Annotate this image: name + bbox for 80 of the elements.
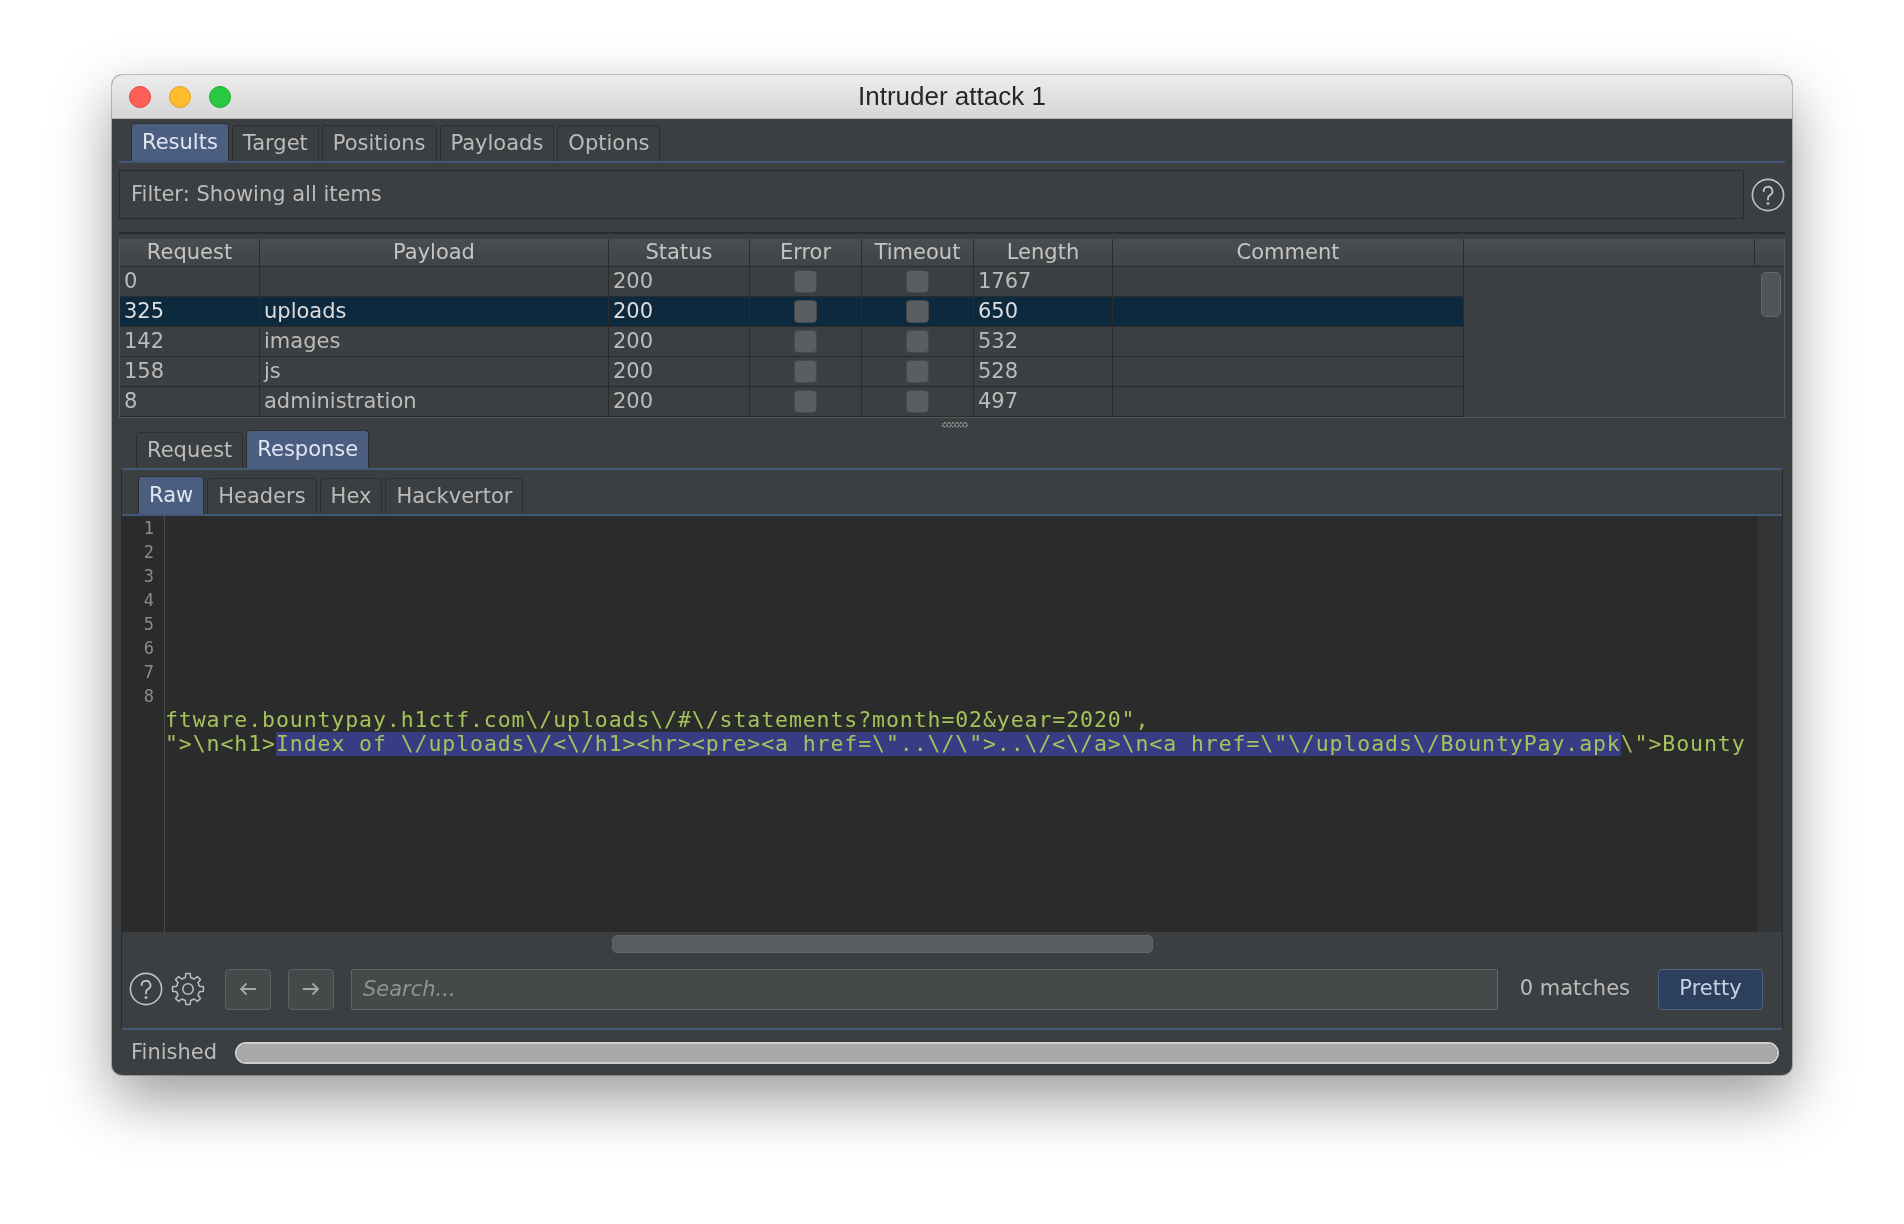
checkbox[interactable] — [794, 330, 817, 353]
column-header[interactable]: Status — [609, 239, 750, 266]
table-row[interactable]: 142 images 200 532 — [120, 327, 1464, 357]
help-icon[interactable] — [1751, 178, 1785, 212]
pretty-button[interactable]: Pretty — [1658, 968, 1763, 1010]
column-header[interactable]: Length — [974, 239, 1113, 266]
match-count: 0 matches — [1519, 975, 1630, 1003]
table-cell: 200 — [609, 297, 750, 327]
column-header[interactable]: Request — [120, 239, 260, 266]
tab[interactable]: Options — [557, 125, 661, 161]
left-arrow-icon — [239, 982, 257, 996]
tab[interactable]: Headers — [207, 478, 317, 514]
search-field[interactable]: Search... — [351, 968, 1498, 1010]
scrollbar-thumb[interactable] — [612, 935, 1153, 953]
right-arrow-icon — [302, 982, 320, 996]
table-row[interactable]: 158 js 200 528 — [120, 357, 1464, 387]
table-cell: 528 — [974, 357, 1113, 387]
checkbox[interactable] — [794, 360, 817, 383]
line-number: 7 — [143, 661, 154, 684]
column-header[interactable]: Error — [750, 239, 862, 266]
table-cell: 532 — [974, 327, 1113, 357]
table-cell: 142 — [120, 327, 260, 357]
line-number: 8 — [143, 685, 154, 708]
line-number: 3 — [143, 565, 154, 588]
tab[interactable]: Hex — [319, 478, 383, 514]
column-header[interactable]: Payload — [260, 239, 609, 266]
settings-icon[interactable] — [171, 972, 205, 1006]
table-row[interactable]: 325 uploads 200 650 — [120, 297, 1464, 327]
table-cell: administration — [260, 387, 609, 417]
checkbox[interactable] — [906, 270, 929, 293]
line-number: 4 — [143, 589, 154, 612]
checkbox[interactable] — [906, 390, 929, 413]
filter-bar[interactable]: Filter: Showing all items — [119, 170, 1744, 219]
line-number: 5 — [143, 613, 154, 636]
table-row[interactable]: 8 administration 200 497 — [120, 387, 1464, 417]
window-title: Intruder attack 1 — [858, 80, 1046, 113]
code-text: Index of \/uploads\/<\/h1><hr><pre><a href=\"..\/\">..\/<\/a>\n<a href=\"\/uploads\/BountyPay.apk — [275, 732, 1621, 756]
checkbox[interactable] — [794, 300, 817, 323]
code-text: ftware.bountypay.h1ctf.com\/uploads\/#\/statements?month=02&year=2020", — [165, 708, 1150, 732]
back-button[interactable] — [225, 968, 271, 1010]
column-header[interactable]: Timeout — [862, 239, 974, 266]
checkbox[interactable] — [794, 390, 817, 413]
tab[interactable]: Request — [136, 432, 244, 468]
tab[interactable]: Results — [131, 123, 229, 161]
scrollbar-thumb[interactable] — [1761, 272, 1781, 317]
zoom-icon[interactable] — [209, 85, 231, 108]
table-cell: uploads — [260, 297, 609, 327]
line-number: 1 — [143, 517, 154, 540]
tab[interactable]: Positions — [321, 125, 437, 161]
close-icon[interactable] — [129, 85, 151, 108]
table-cell: 497 — [974, 387, 1113, 417]
forward-button[interactable] — [288, 968, 334, 1010]
tab[interactable]: Hackvertor — [385, 478, 524, 514]
table-cell: 158 — [120, 357, 260, 387]
column-header[interactable]: Comment — [1113, 239, 1464, 266]
table-cell: images — [260, 327, 609, 357]
checkbox[interactable] — [906, 300, 929, 323]
splitter-grip-icon[interactable] — [942, 421, 968, 429]
code-text: \">Bounty — [1620, 732, 1746, 756]
checkbox[interactable] — [794, 270, 817, 293]
table-cell: 200 — [609, 327, 750, 357]
tab[interactable]: Target — [231, 125, 319, 161]
scrollbar-track[interactable] — [1758, 516, 1782, 932]
table-cell: 325 — [120, 297, 260, 327]
checkbox[interactable] — [906, 360, 929, 383]
tab[interactable]: Raw — [138, 476, 205, 514]
table-cell: 200 — [609, 357, 750, 387]
tab[interactable]: Response — [246, 430, 370, 468]
table-cell: 650 — [974, 297, 1113, 327]
line-number: 2 — [143, 541, 154, 564]
table-cell: 200 — [609, 387, 750, 417]
status-text: Finished — [131, 1038, 218, 1066]
help-icon[interactable] — [129, 972, 163, 1006]
minimize-icon[interactable] — [169, 85, 191, 108]
table-cell: 8 — [120, 387, 260, 417]
line-number: 6 — [143, 637, 154, 660]
checkbox[interactable] — [906, 330, 929, 353]
code-text: ">\n<h1> — [165, 732, 276, 756]
table-cell: js — [260, 357, 609, 387]
tab[interactable]: Payloads — [439, 125, 555, 161]
